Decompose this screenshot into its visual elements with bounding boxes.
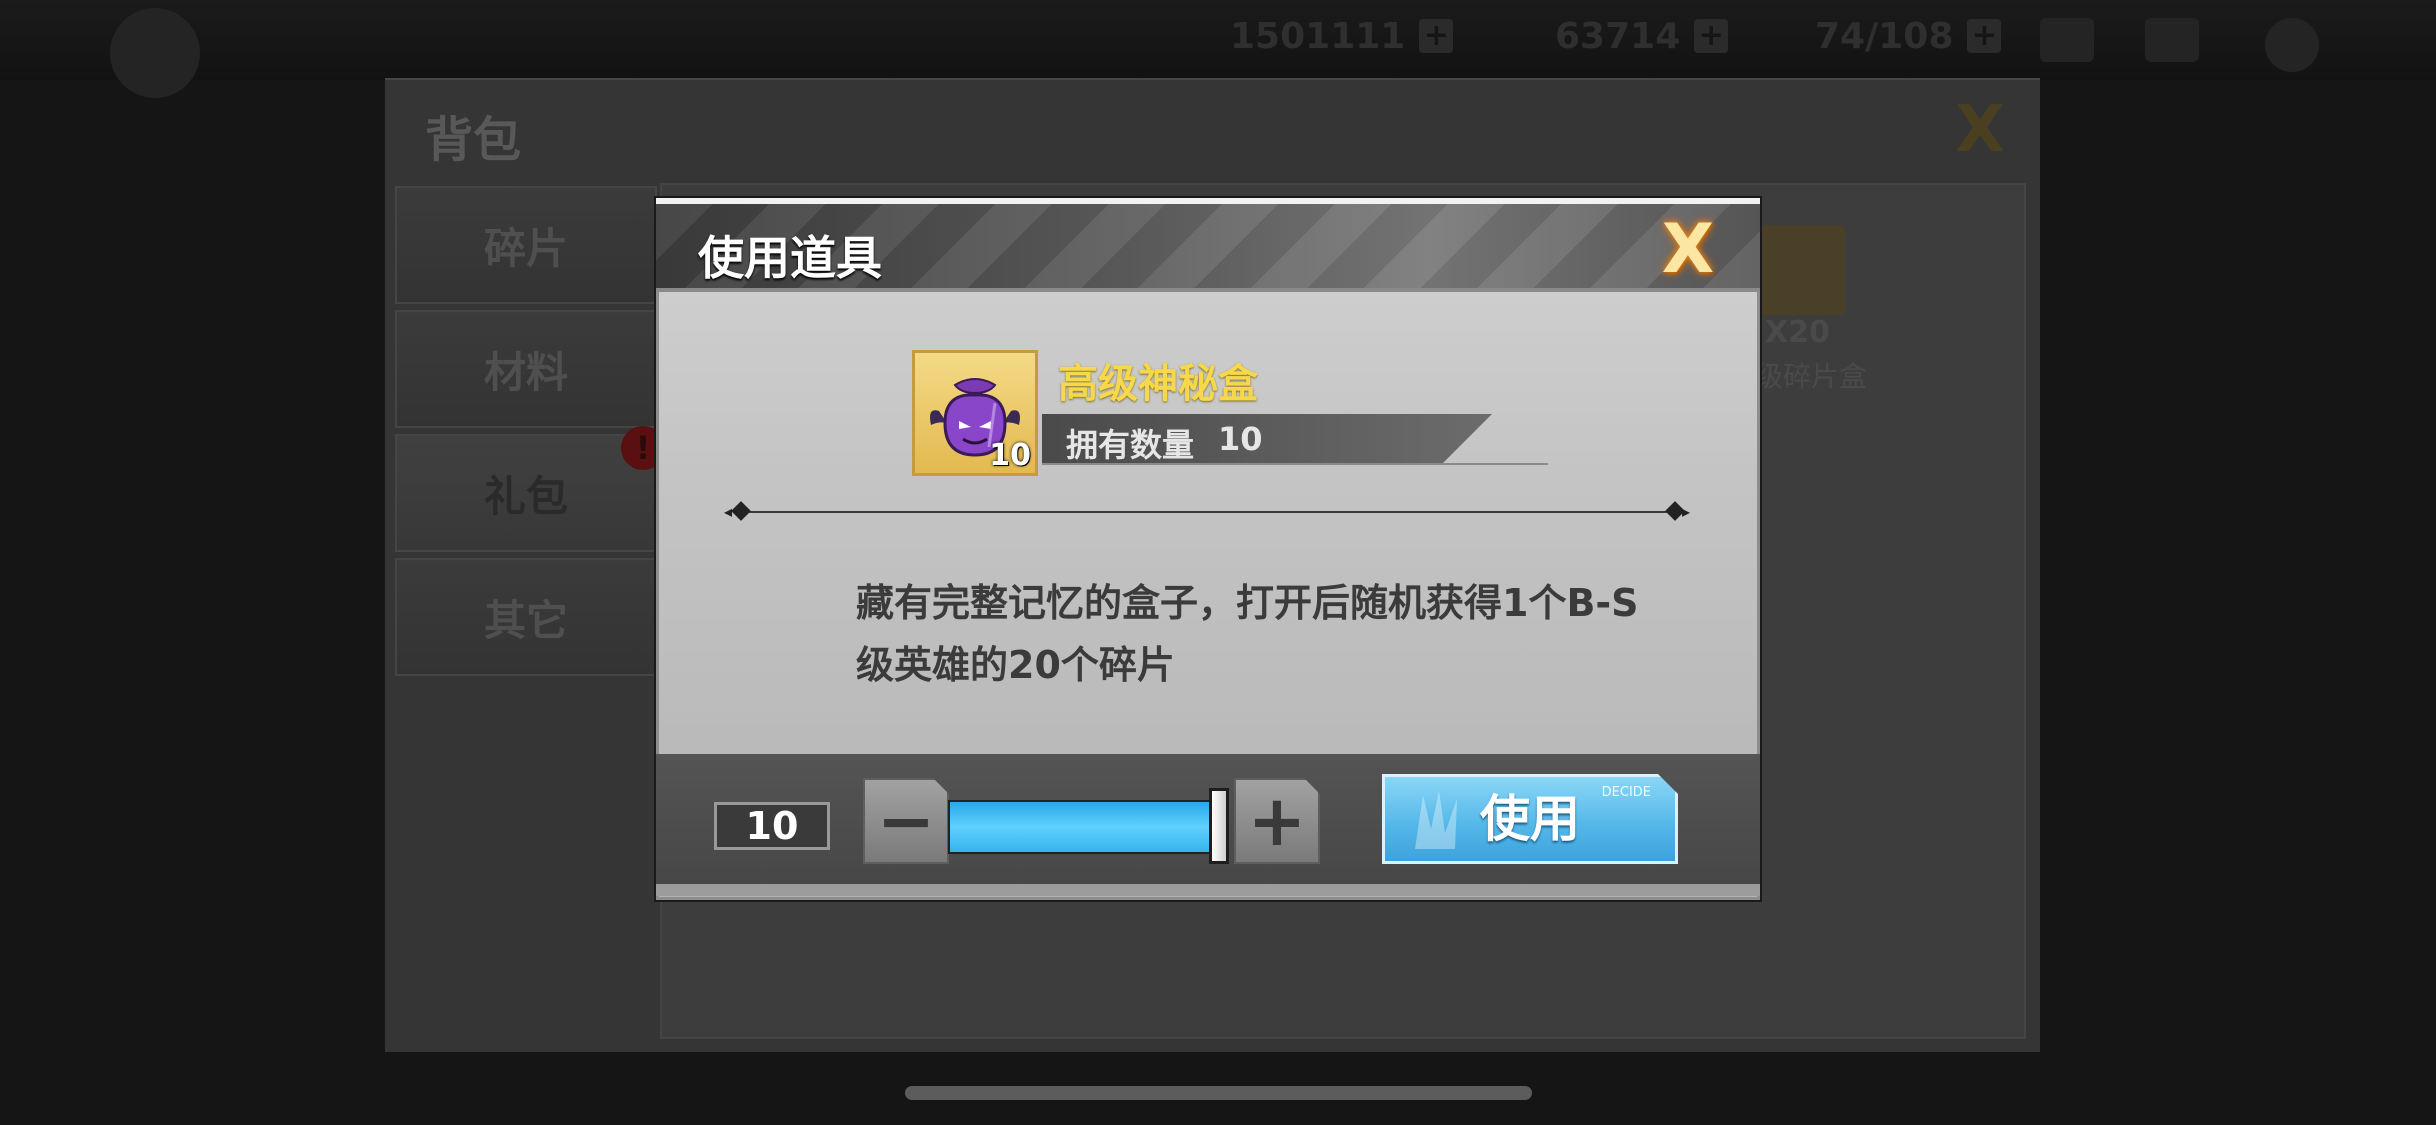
quantity-slider-fill [950, 802, 1216, 852]
gold-plus-button[interactable]: + [1419, 19, 1454, 53]
dialog-close-button[interactable]: X [1656, 216, 1720, 284]
item-icon-count: 10 [989, 438, 1031, 473]
tab-fragments[interactable]: 碎片 [395, 186, 657, 304]
menu-icon[interactable] [2145, 18, 2199, 62]
minus-icon: − [876, 780, 936, 862]
tab-others-label: 其它 [483, 595, 568, 645]
quantity-slider-handle[interactable] [1209, 788, 1229, 864]
bag-title: 背包 [425, 112, 522, 168]
quantity-slider[interactable] [948, 800, 1218, 854]
settings-gear-icon[interactable] [2265, 18, 2319, 72]
gem-resource: 63714 + [1555, 14, 1729, 58]
quantity-control-bar: 10 − + DECIDE 使用 [656, 754, 1760, 896]
stamina-value: 74/108 [1815, 15, 1954, 57]
gem-value: 63714 [1555, 15, 1681, 57]
mail-icon[interactable] [2040, 18, 2094, 62]
stamina-plus-button[interactable]: + [1967, 19, 2002, 53]
tab-gift-packs[interactable]: 礼包 ! [395, 426, 665, 552]
player-avatar [110, 8, 200, 98]
item-name: 高级神秘盒 [1058, 361, 1258, 407]
tab-materials-label: 材料 [483, 347, 568, 397]
divider-left-diamond [731, 501, 751, 521]
tab-fragments-label: 碎片 [483, 223, 568, 273]
fragment-box-item-name: 级碎片盒 [1755, 360, 1868, 393]
stamina-resource: 74/108 + [1815, 14, 2002, 58]
decrement-button[interactable]: − [863, 778, 949, 864]
dialog-title: 使用道具 [698, 231, 882, 285]
use-button-label: 使用 [1480, 790, 1580, 848]
home-indicator[interactable] [905, 1086, 1532, 1100]
fragment-box-item-icon[interactable] [1755, 225, 1845, 315]
top-status-bar: 1501111 + 63714 + 74/108 + [0, 0, 2436, 98]
gold-value: 1501111 [1230, 15, 1406, 57]
dialog-header: 使用道具 X [656, 198, 1760, 292]
gold-resource: 1501111 + [1230, 14, 1454, 58]
increment-button[interactable]: + [1234, 778, 1320, 864]
item-icon-frame: 10 [912, 350, 1038, 476]
tab-materials[interactable]: 材料 [395, 310, 657, 428]
divider [736, 511, 1676, 513]
tab-gift-packs-label: 礼包 [483, 471, 568, 521]
item-description: 藏有完整记忆的盒子，打开后随机获得1个B-S级英雄的20个碎片 [856, 581, 1639, 687]
use-item-dialog: 使用道具 X 10 高级神秘盒 拥有数量 10 ◂ ▸ 藏有完整记忆的盒子，打开… [654, 196, 1762, 902]
tab-others[interactable]: 其它 [395, 558, 657, 676]
gem-plus-button[interactable]: + [1694, 19, 1729, 53]
quantity-display[interactable]: 10 [714, 802, 830, 850]
divider-left-tip: ◂ [724, 502, 733, 521]
use-button[interactable]: DECIDE 使用 [1382, 774, 1678, 864]
bag-close-button[interactable]: X [1950, 98, 2010, 162]
divider-right-tip: ▸ [1682, 502, 1691, 521]
fragment-box-item-count: X20 [1765, 315, 1830, 350]
owned-count-value: 10 [1218, 420, 1263, 458]
plus-icon: + [1247, 780, 1307, 862]
owned-count-label: 拥有数量 [1066, 426, 1195, 464]
